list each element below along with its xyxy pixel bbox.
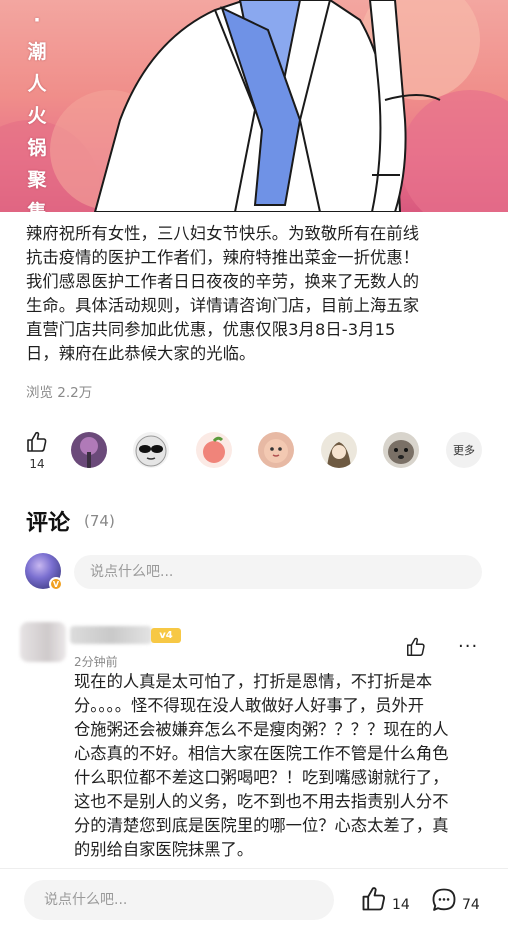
comment-time: 2分钟前 (74, 655, 118, 669)
hero-char: 火 (27, 105, 47, 127)
more-likers-button[interactable]: 更多 (446, 432, 482, 468)
hero-char: 集 (27, 201, 47, 212)
anime-girl-avatar[interactable] (321, 432, 357, 468)
bottom-like-button[interactable] (360, 885, 388, 917)
commenter-name-blurred[interactable] (70, 626, 152, 644)
hero-char: 锅 (27, 137, 47, 159)
hero-char: 聚 (27, 169, 47, 191)
comments-count: (74) (84, 512, 115, 530)
hero-vertical-slogan: · 潮 人 火 锅 聚 集 地 (22, 4, 52, 212)
bottom-comment-input[interactable]: 说点什么吧... (24, 880, 334, 920)
doctor-illustration (0, 0, 508, 212)
comment-input[interactable]: 说点什么吧... (74, 555, 482, 589)
baby-face-avatar[interactable] (258, 432, 294, 468)
verified-badge-icon: V (49, 577, 63, 591)
hero-char: · (33, 9, 41, 31)
thumbs-up-icon (27, 431, 47, 452)
purple-flower-avatar[interactable] (71, 432, 107, 468)
hero-char: 潮 (27, 41, 47, 63)
dog-avatar[interactable] (383, 432, 419, 468)
hero-banner: · 潮 人 火 锅 聚 集 地 (0, 0, 508, 212)
thumbs-up-icon (407, 637, 425, 656)
comment-more-button[interactable]: ··· (458, 636, 478, 657)
chat-bubble-icon (432, 888, 456, 911)
bottom-comment-button[interactable] (430, 886, 458, 918)
user-level-badge: v4 (151, 628, 181, 643)
comments-heading: 评论 (26, 511, 71, 536)
article-like-button[interactable]: 14 (22, 430, 52, 471)
view-count: 浏览 2.2万 (26, 385, 93, 401)
commenter-avatar[interactable] (20, 622, 66, 662)
hero-char: 人 (27, 73, 47, 95)
comment-text: 现在的人真是太可怕了，打折是恩情，不打折是本 分。。。。怪不得现在没人敢做好人好… (74, 672, 449, 859)
bottom-comment-count: 74 (462, 897, 480, 913)
article-like-count: 14 (29, 457, 45, 471)
sunglasses-cat-avatar[interactable] (133, 432, 169, 468)
article-body: 辣府祝所有女性，三八妇女节快乐。为致敬所有在前线 抗击疫情的医护工作者们，辣府特… (26, 224, 420, 363)
thumbs-up-icon (362, 887, 385, 911)
comment-like-button[interactable] (405, 636, 427, 662)
bottom-like-count: 14 (392, 897, 410, 913)
peach-avatar[interactable] (196, 432, 232, 468)
